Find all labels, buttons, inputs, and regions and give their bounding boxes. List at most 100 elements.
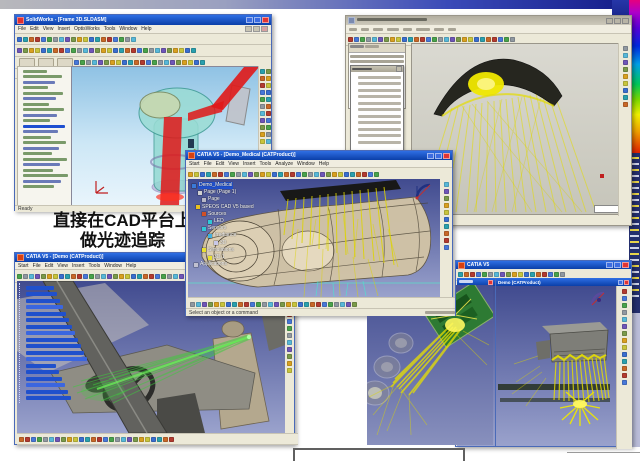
menu-help[interactable]: Help [126, 263, 136, 269]
menu-edit[interactable]: Edit [216, 161, 225, 167]
menu-view[interactable]: View [228, 161, 239, 167]
divider-line [567, 452, 640, 453]
window-title [357, 16, 604, 25]
minimize-icon[interactable] [606, 262, 613, 268]
menubar[interactable]: Start File Edit View Insert Tools Analyz… [186, 160, 452, 168]
maximize-icon[interactable] [435, 153, 442, 159]
palette-close-icon[interactable] [396, 66, 402, 72]
tree-icon [202, 198, 206, 202]
menubar[interactable] [346, 25, 631, 34]
menu-insert[interactable]: Insert [57, 26, 70, 32]
maximize-icon[interactable] [618, 280, 623, 285]
catia-compass-icon[interactable] [414, 182, 436, 200]
mdi-restore-icon[interactable] [253, 26, 260, 32]
catia-compass-icon[interactable] [590, 290, 610, 308]
close-icon[interactable] [622, 262, 629, 268]
palette-titlebar[interactable] [351, 66, 403, 72]
close-icon[interactable] [262, 17, 269, 23]
menu-file[interactable]: File [33, 263, 41, 269]
minimize-icon[interactable] [246, 17, 253, 23]
tree-tab[interactable] [365, 45, 379, 48]
menu-edit[interactable]: Edit [45, 263, 54, 269]
right-toolbar[interactable] [616, 286, 632, 449]
menu-help[interactable]: Help [319, 161, 329, 167]
app-icon [348, 17, 355, 24]
menu-start[interactable]: Start [18, 263, 29, 269]
close-icon[interactable] [622, 18, 629, 24]
menu-window[interactable]: Window [297, 161, 315, 167]
menu-insert[interactable]: Insert [243, 161, 256, 167]
tree-item[interactable]: Simulations [208, 247, 234, 254]
solidworks-app-icon [17, 17, 24, 24]
menu-tools[interactable]: Tools [89, 263, 101, 269]
tree-icon [202, 248, 206, 252]
menu-optisworks[interactable]: OptisWorks [74, 26, 100, 32]
text-field[interactable] [594, 205, 619, 213]
toolbar-standard[interactable] [15, 34, 271, 45]
menu-window[interactable]: Window [104, 263, 122, 269]
close-icon[interactable] [488, 280, 493, 285]
tree-icon [196, 205, 200, 209]
maximize-icon[interactable] [614, 262, 621, 268]
window-title: CATIA V5 - [Demo_Medical (CATProduct)] [197, 151, 425, 160]
menu-view[interactable]: View [57, 263, 68, 269]
minimize-icon[interactable] [427, 153, 434, 159]
menu-tools[interactable]: Tools [104, 26, 116, 32]
close-icon[interactable] [443, 153, 450, 159]
menu-view[interactable]: View [43, 26, 54, 32]
tree-icon [198, 191, 202, 195]
catia-app-icon [188, 152, 195, 159]
toolbar-optis[interactable] [15, 45, 271, 57]
feature-tree[interactable] [17, 66, 73, 207]
tree-item[interactable]: 3D [220, 240, 226, 247]
floating-tree-palette[interactable] [350, 65, 404, 163]
spec-tree[interactable]: Demo_Medical Page (Page 1) Page SPEOS CA… [192, 182, 282, 268]
child-window-right[interactable]: Demo (CATProduct) [495, 278, 631, 446]
menu-start[interactable]: Start [189, 161, 200, 167]
maximize-icon[interactable] [614, 18, 621, 24]
menu-window[interactable]: Window [119, 26, 137, 32]
close-icon[interactable] [624, 280, 629, 285]
menu-file[interactable]: File [204, 161, 212, 167]
tree-icon [192, 184, 196, 188]
titlebar[interactable] [346, 16, 631, 25]
minimize-icon[interactable] [606, 18, 613, 24]
tree-tab[interactable] [350, 45, 364, 48]
window-title: CATIA V5 [467, 261, 604, 270]
right-toolbar[interactable] [440, 179, 452, 300]
menu-analyze[interactable]: Analyze [275, 161, 293, 167]
marker-dot [600, 174, 604, 178]
child-titlebar[interactable]: Demo (CATProduct) [496, 278, 631, 286]
tree-item[interactable]: SPEOS CAD V5 based [202, 204, 254, 211]
catia-app-icon [458, 262, 465, 269]
tree-item[interactable]: Applications [200, 261, 227, 268]
mdi-minimize-icon[interactable] [245, 26, 252, 32]
tree-item[interactable]: Page [208, 196, 220, 203]
menubar[interactable]: File Edit View Insert OptisWorks Tools W… [15, 25, 271, 34]
maximize-icon[interactable] [254, 17, 261, 23]
viewport-medical-body[interactable]: Demo_Medical Page (Page 1) Page SPEOS CA… [188, 179, 440, 297]
bottom-toolbar[interactable] [17, 433, 298, 445]
menu-file[interactable]: File [18, 26, 26, 32]
spec-tree[interactable] [19, 283, 90, 403]
menu-help[interactable]: Help [141, 26, 151, 32]
viewport-pcb-raytrace[interactable] [367, 285, 493, 445]
tree-icon [208, 220, 212, 224]
tree-icon [214, 241, 218, 245]
catia-app-icon [17, 254, 24, 261]
menu-insert[interactable]: Insert [72, 263, 85, 269]
titlebar[interactable]: CATIA V5 [456, 261, 631, 269]
tree-icon [194, 263, 198, 267]
menu-edit[interactable]: Edit [30, 26, 39, 32]
titlebar[interactable]: CATIA V5 - [Demo_Medical (CATProduct)] [186, 151, 452, 160]
menu-tools[interactable]: Tools [260, 161, 272, 167]
tree-icon [202, 212, 206, 216]
child-viewport-right[interactable] [496, 286, 616, 446]
tree-item[interactable]: Sources [208, 211, 226, 218]
tree-item[interactable]: Irradiance [214, 232, 236, 239]
mdi-close-icon[interactable] [261, 26, 268, 32]
tree-icon [208, 256, 212, 260]
bottom-text-box [293, 448, 465, 461]
right-toolbar[interactable] [618, 43, 631, 216]
titlebar[interactable]: SolidWorks - [Frame 3D.SLDASM] [15, 15, 271, 25]
